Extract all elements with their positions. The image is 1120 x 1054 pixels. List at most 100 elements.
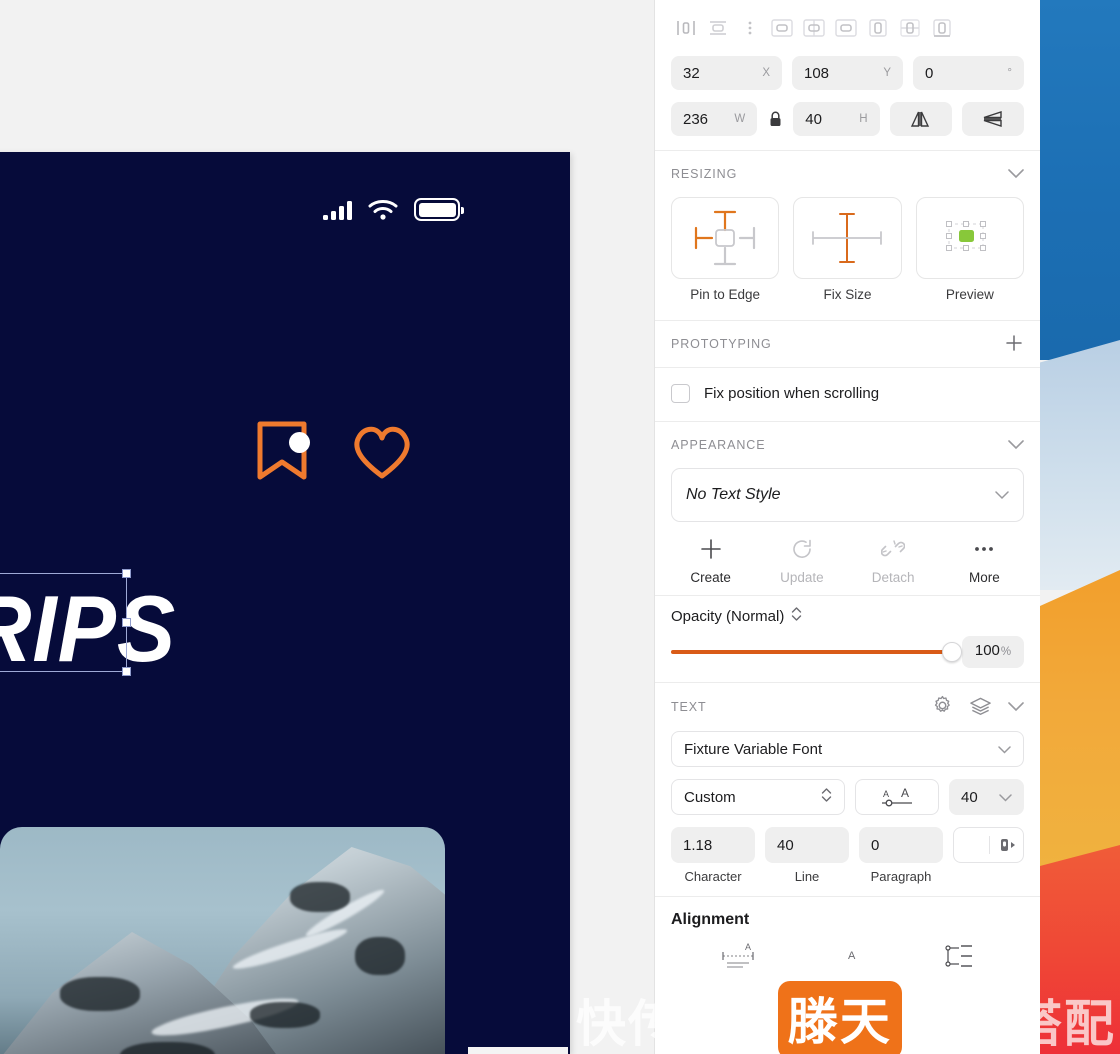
align-text-center-icon[interactable]: A	[826, 939, 876, 976]
svg-text:A: A	[883, 789, 889, 799]
preview-option[interactable]: Preview	[915, 197, 1024, 302]
alignment-options[interactable]: A A	[655, 929, 1040, 976]
flip-horizontal-icon[interactable]	[889, 102, 952, 136]
height-field[interactable]: 40 H	[793, 102, 880, 136]
rotation-unit: °	[1007, 67, 1012, 79]
chevron-down-icon[interactable]	[995, 487, 1009, 503]
character-spacing-field[interactable]: 1.18	[671, 827, 755, 863]
layers-icon[interactable]	[969, 696, 992, 719]
opacity-slider-knob[interactable]	[942, 642, 962, 662]
rotation-field[interactable]: 0 °	[913, 56, 1024, 90]
update-action[interactable]: Update	[756, 536, 847, 585]
rotation-value: 0	[925, 64, 934, 82]
text-section-header[interactable]: TEXT	[655, 683, 1040, 731]
x-field[interactable]: 32 X	[671, 56, 782, 90]
align-vertical-left-icon[interactable]	[863, 13, 893, 43]
resizing-options[interactable]: Pin to Edge Fix Size Preview	[655, 197, 1040, 308]
font-weight-select[interactable]: Custom	[671, 779, 845, 815]
selection-handle-bottom-right[interactable]	[122, 667, 131, 676]
character-spacing-value: 1.18	[683, 836, 713, 854]
unlink-icon	[848, 536, 939, 562]
svg-text:A: A	[901, 786, 909, 800]
prototyping-section-header[interactable]: PROTOTYPING	[655, 321, 1040, 367]
font-size-select[interactable]: 40	[949, 779, 1024, 815]
chevron-down-icon[interactable]	[1008, 437, 1024, 453]
stepper-updown-icon[interactable]	[791, 606, 802, 626]
appearance-section-header[interactable]: APPEARANCE	[655, 422, 1040, 468]
pin-to-edge-icon[interactable]	[671, 197, 780, 279]
y-unit: Y	[883, 67, 891, 79]
align-vertical-right-icon[interactable]	[927, 13, 957, 43]
flip-vertical-icon[interactable]	[961, 102, 1024, 136]
svg-text:A: A	[745, 942, 751, 952]
selection-handle-middle-right[interactable]	[122, 618, 131, 627]
align-text-left-icon[interactable]: A	[713, 939, 763, 976]
plus-icon	[665, 536, 756, 562]
heart-icon[interactable]	[349, 421, 415, 486]
resizing-section-header[interactable]: RESIZING	[655, 151, 1040, 197]
align-vertical-center-icon[interactable]	[895, 13, 925, 43]
fix-position-row[interactable]: Fix position when scrolling	[655, 368, 1040, 421]
artboard-mobile-screen[interactable]: TRIPS the s land	[0, 152, 570, 1054]
detach-action[interactable]: Detach	[848, 536, 939, 585]
fix-size-icon[interactable]	[793, 197, 902, 279]
selection-bounding-box[interactable]	[0, 569, 131, 676]
text-style-actions[interactable]: Create Update Detach More	[655, 522, 1040, 595]
selection-handle-top-right[interactable]	[122, 569, 131, 578]
opacity-value-field[interactable]: 100 %	[962, 636, 1024, 668]
align-left-icon[interactable]	[671, 13, 701, 43]
plus-icon[interactable]	[1004, 333, 1024, 356]
chevron-down-icon[interactable]	[999, 789, 1012, 806]
create-action[interactable]: Create	[665, 536, 756, 585]
desktop-wallpaper-strip	[1040, 0, 1120, 1054]
font-controls-row[interactable]: Custom A A 40	[655, 779, 1040, 827]
bookmark-icon[interactable]	[255, 420, 310, 487]
width-field[interactable]: 236 W	[671, 102, 758, 136]
opacity-label: Opacity (Normal)	[671, 607, 785, 625]
transform-size-row[interactable]: 236 W 40 H	[655, 102, 1040, 136]
transform-position-row[interactable]: 32 X 108 Y 0 °	[655, 56, 1040, 90]
opacity-slider-track[interactable]	[671, 642, 962, 662]
y-value: 108	[804, 64, 830, 82]
text-transform-field[interactable]	[953, 827, 1024, 863]
opacity-label-row[interactable]: Opacity (Normal)	[671, 606, 1024, 626]
text-style-select[interactable]: No Text Style	[671, 468, 1024, 522]
gear-icon[interactable]	[932, 695, 953, 719]
opacity-control[interactable]: Opacity (Normal) 100 %	[655, 596, 1040, 682]
battery-icon	[414, 198, 464, 221]
artboard-action-icons[interactable]	[255, 420, 415, 487]
fix-position-checkbox[interactable]	[671, 384, 690, 403]
rock-detail	[355, 937, 405, 975]
distribute-top-icon[interactable]	[767, 13, 797, 43]
text-transform-icon[interactable]	[989, 836, 1023, 854]
chevron-down-icon[interactable]	[1008, 166, 1024, 182]
font-weight-value: Custom	[684, 788, 736, 806]
chevron-down-icon[interactable]	[1008, 699, 1024, 715]
line-spacing-field[interactable]: 40	[765, 827, 849, 863]
pin-to-edge-option[interactable]: Pin to Edge	[671, 197, 780, 302]
mountain-photo-card[interactable]	[0, 827, 445, 1054]
auto-width-icon[interactable]	[939, 939, 983, 976]
stepper-updown-icon[interactable]	[821, 787, 832, 807]
chevron-down-icon[interactable]	[998, 741, 1011, 757]
create-label: Create	[690, 570, 731, 585]
more-action[interactable]: More	[939, 536, 1030, 585]
lock-icon[interactable]	[767, 111, 783, 127]
spacing-fields-row[interactable]: 1.18 40 0	[655, 827, 1040, 869]
align-toolbar[interactable]	[655, 0, 1040, 56]
appearance-title: APPEARANCE	[671, 438, 766, 452]
text-size-icon[interactable]: A A	[855, 779, 939, 815]
distribute-middle-icon[interactable]	[799, 13, 829, 43]
design-canvas[interactable]: TRIPS the s land	[0, 0, 654, 1054]
inspector-panel[interactable]: 32 X 108 Y 0 ° 236 W 40 H RESIZING Pin t…	[654, 0, 1040, 1054]
y-field[interactable]: 108 Y	[792, 56, 903, 90]
more-align-options-icon[interactable]	[735, 13, 765, 43]
paragraph-spacing-field[interactable]: 0	[859, 827, 943, 863]
align-horizontal-center-icon[interactable]	[703, 13, 733, 43]
opacity-slider-row[interactable]: 100 %	[671, 636, 1024, 668]
preview-icon[interactable]	[915, 197, 1024, 279]
font-family-select[interactable]: Fixture Variable Font	[671, 731, 1024, 767]
distribute-bottom-icon[interactable]	[831, 13, 861, 43]
fix-size-option[interactable]: Fix Size	[793, 197, 902, 302]
more-label: More	[968, 570, 1000, 585]
